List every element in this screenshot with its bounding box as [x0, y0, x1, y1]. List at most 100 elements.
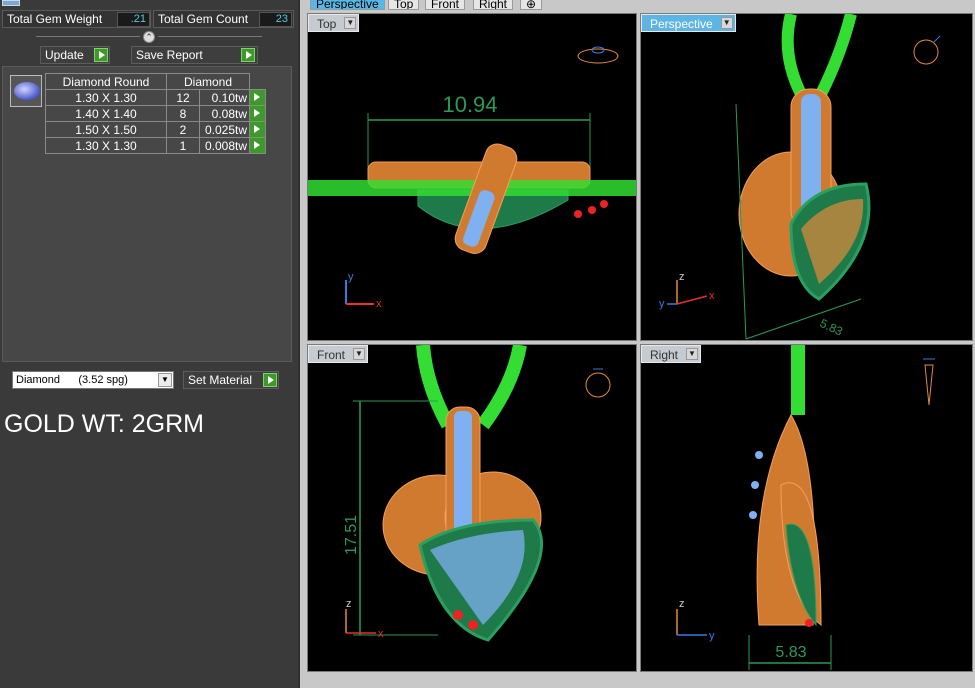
axis-gizmo: z y [676, 598, 715, 642]
header-material: Diamond [166, 73, 250, 90]
viewport-front[interactable]: 17.51 z x Front [307, 344, 637, 672]
dimension-label: 17.51 [343, 515, 360, 555]
select-gem-button[interactable] [249, 105, 266, 122]
select-gem-button[interactable] [249, 121, 266, 138]
viewport-top[interactable]: 10.94 y x Top ▼ [307, 13, 637, 341]
total-gem-weight-value: .21 [117, 12, 150, 27]
gem-size-cell: 1.40 X 1.40 [45, 105, 167, 122]
play-arrow-icon [94, 48, 108, 62]
splitter-line-right [158, 36, 262, 37]
select-gem-button[interactable] [249, 137, 266, 154]
axis-gizmo: z x y [659, 271, 715, 310]
perspective-view-model: 5.83 z x y [659, 14, 941, 340]
gold-weight-note: GOLD WT: 2GRM [4, 410, 205, 438]
save-report-label: Save Report [136, 48, 203, 62]
ring-preview-icon [577, 46, 619, 64]
add-tab-icon[interactable]: ⊕ [520, 0, 543, 10]
gem-table: Diamond Round Diamond 1.30 X 1.30 12 0.10t… [45, 73, 266, 154]
tab-right[interactable]: Right [473, 0, 514, 10]
diamond-stone [755, 451, 763, 459]
dimension-line [745, 298, 862, 340]
gem-weight-cell: 0.025tw [199, 121, 250, 138]
gem-table-header: Diamond Round Diamond [45, 73, 266, 90]
viewport-perspective-label[interactable]: Perspective [641, 14, 736, 32]
gem-weight-cell: 0.10tw [199, 89, 250, 106]
viewport-right-label[interactable]: Right [641, 345, 702, 363]
total-gem-weight-box: Total Gem Weight .21 [2, 10, 151, 28]
chain [781, 14, 807, 97]
play-arrow-icon [263, 373, 277, 387]
ruby-stone [588, 206, 596, 214]
chevron-down-icon[interactable]: ▼ [158, 373, 172, 387]
gem-count-cell: 2 [166, 121, 200, 138]
bail-stones [454, 411, 472, 539]
viewport-area: Perspective Top Front Right ⊕ 10.94 y x … [300, 0, 975, 688]
gem-size-cell: 1.30 X 1.30 [45, 137, 167, 154]
set-material-button[interactable]: Set Material [183, 371, 279, 389]
tab-top[interactable]: Top [388, 0, 420, 10]
chevron-down-icon[interactable] [353, 348, 366, 360]
chevron-down-icon[interactable] [686, 348, 699, 360]
axis-z-label: z [679, 598, 685, 610]
dimension-label: 5.83 [775, 644, 806, 661]
viewport-right[interactable]: 5.83 z y Right [640, 344, 973, 672]
axis-x-label: x [378, 628, 384, 640]
viewport-top-label[interactable]: Top [308, 14, 360, 32]
gem-list-panel: Diamond Round Diamond 1.30 X 1.30 12 0.10t… [2, 66, 292, 362]
ring-preview-icon [585, 368, 611, 398]
gem-table-row: 1.30 X 1.30 1 0.008tw [45, 137, 266, 154]
tab-perspective[interactable]: Perspective [310, 0, 385, 10]
axis-y-label: y [709, 630, 715, 642]
play-arrow-icon [254, 93, 260, 101]
viewport-perspective-title: Perspective [650, 17, 713, 31]
gem-count-cell: 12 [166, 89, 200, 106]
diamond-stone [749, 511, 757, 519]
ruby-stone [453, 610, 463, 620]
right-view-model: 5.83 z y [676, 345, 935, 670]
top-view-model: 10.94 y x [308, 46, 636, 310]
gem-count-cell: 1 [166, 137, 200, 154]
pendant-preview-icon [923, 358, 935, 406]
ruby-stone [574, 210, 582, 218]
ring-preview-icon [913, 35, 941, 65]
save-report-button[interactable]: Save Report [131, 46, 258, 64]
header-shape: Diamond Round [45, 73, 167, 90]
tab-front[interactable]: Front [425, 0, 466, 10]
collapse-chevron-icon[interactable]: ⌃ [143, 31, 155, 43]
gem-size-cell: 1.30 X 1.30 [45, 89, 167, 106]
axis-gizmo: z x [345, 598, 384, 640]
total-gem-count-value: 23 [259, 12, 292, 27]
select-gem-button[interactable] [249, 89, 266, 106]
app-window: Total Gem Weight .21 Total Gem Count 23 … [0, 0, 975, 688]
chain [791, 345, 805, 415]
splitter-line-left [36, 36, 140, 37]
chevron-down-icon[interactable] [344, 17, 357, 29]
diamond-stone [751, 481, 759, 489]
gem-table-row: 1.40 X 1.40 8 0.08tw [45, 105, 266, 122]
axis-gizmo: y x [345, 271, 382, 310]
material-select[interactable]: Diamond (3.52 spg) ▼ [12, 371, 174, 389]
gem-size-cell: 1.50 X 1.50 [45, 121, 167, 138]
gem-weight-cell: 0.08tw [199, 105, 250, 122]
play-arrow-icon [241, 48, 255, 62]
axis-x-label: x [709, 290, 715, 302]
update-button[interactable]: Update [40, 46, 110, 64]
gem-weight-cell: 0.008tw [199, 137, 250, 154]
play-arrow-icon [254, 109, 260, 117]
chain [815, 14, 857, 97]
app-menu-icon[interactable] [2, 0, 20, 6]
round-diamond-icon [10, 75, 42, 107]
ruby-stone [805, 619, 813, 627]
total-gem-count-box: Total Gem Count 23 [153, 10, 294, 28]
axis-x-label: x [376, 298, 382, 310]
front-view-model: 17.51 z x [343, 345, 611, 642]
material-select-value: Diamond (3.52 spg) [16, 374, 128, 386]
ruby-stone [600, 200, 608, 208]
viewport-perspective[interactable]: 5.83 z x y Perspective [640, 13, 973, 341]
chevron-down-icon[interactable] [720, 17, 733, 29]
viewport-front-label[interactable]: Front [308, 345, 369, 363]
chain [477, 345, 527, 430]
chain [416, 345, 455, 429]
gem-table-row: 1.50 X 1.50 2 0.025tw [45, 121, 266, 138]
total-gem-count-label: Total Gem Count [158, 12, 249, 26]
